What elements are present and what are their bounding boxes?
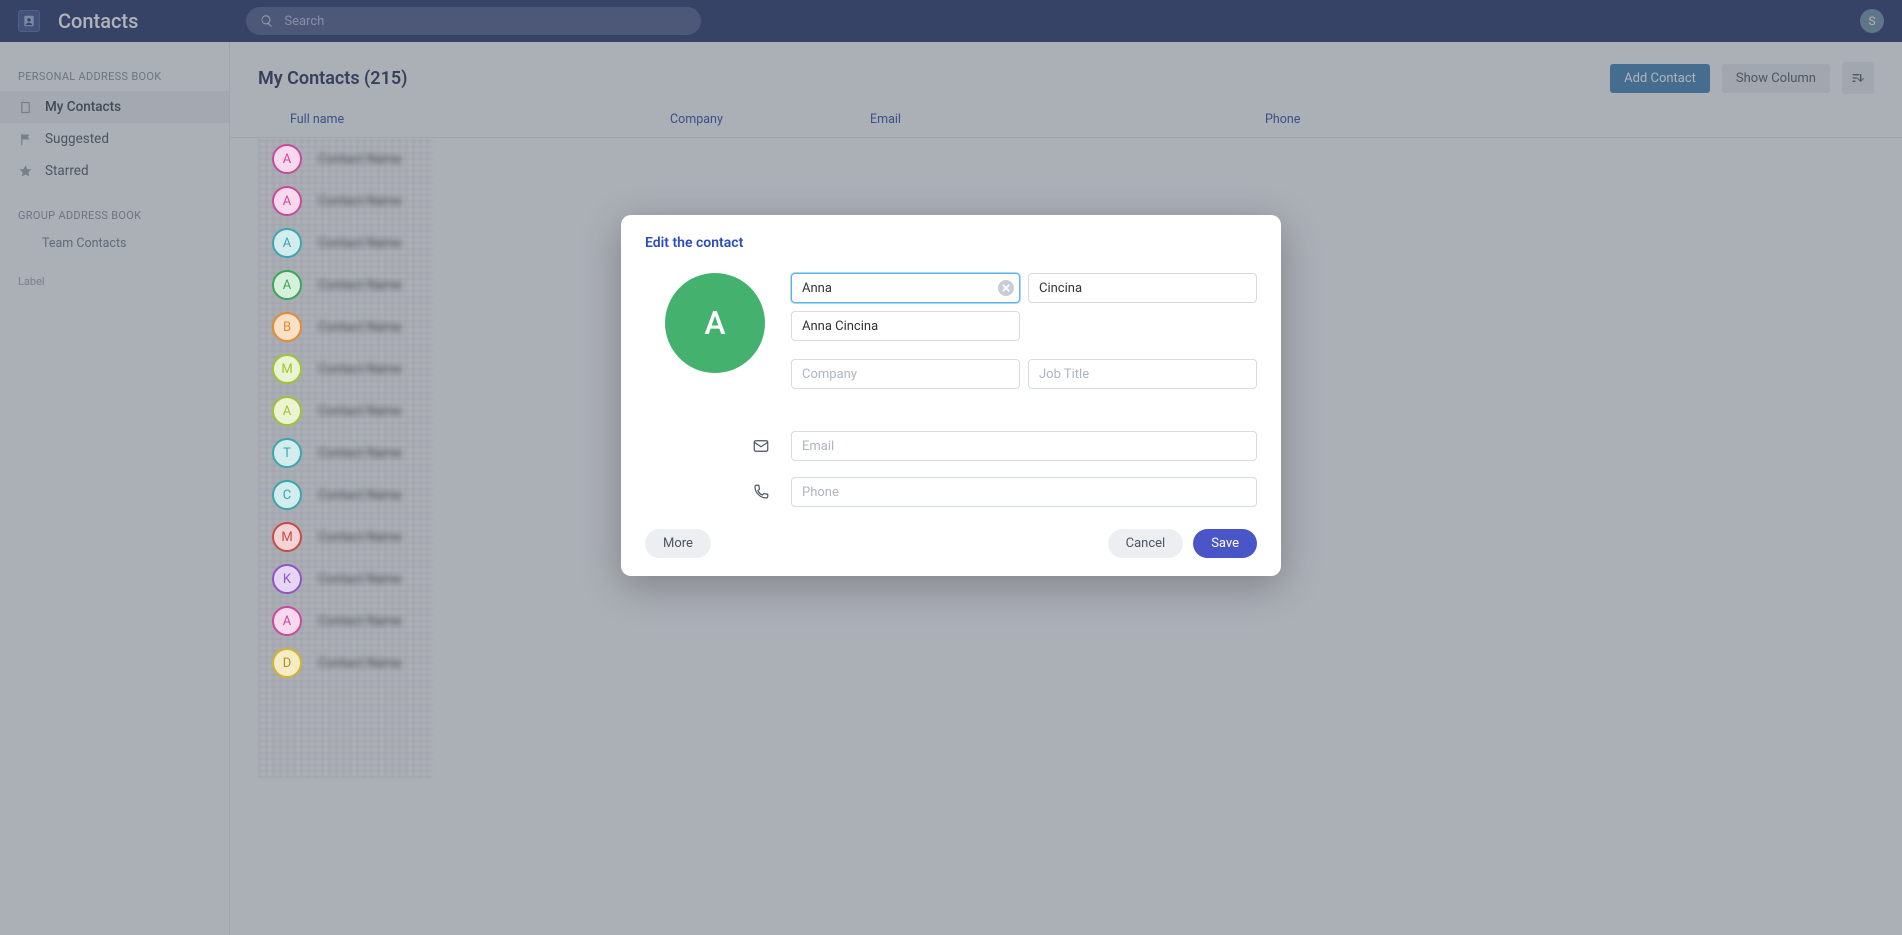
table-row[interactable]: DContact Name bbox=[258, 642, 1874, 684]
table-row[interactable]: AContact Name bbox=[258, 138, 1874, 180]
table-row[interactable]: AContact Name bbox=[258, 600, 1874, 642]
table-row[interactable]: KContact Name bbox=[258, 558, 1874, 600]
table-row[interactable]: TContact Name bbox=[258, 432, 1874, 474]
table-row[interactable]: AContact Name bbox=[258, 264, 1874, 306]
table-row[interactable]: CContact Name bbox=[258, 474, 1874, 516]
table-row[interactable]: AContact Name bbox=[258, 390, 1874, 432]
table-row[interactable]: AContact Name bbox=[258, 180, 1874, 222]
table-row[interactable]: MContact Name bbox=[258, 516, 1874, 558]
table-row[interactable]: AContact Name bbox=[258, 222, 1874, 264]
table-row[interactable]: BContact Name bbox=[258, 306, 1874, 348]
table-row[interactable]: MContact Name bbox=[258, 348, 1874, 390]
